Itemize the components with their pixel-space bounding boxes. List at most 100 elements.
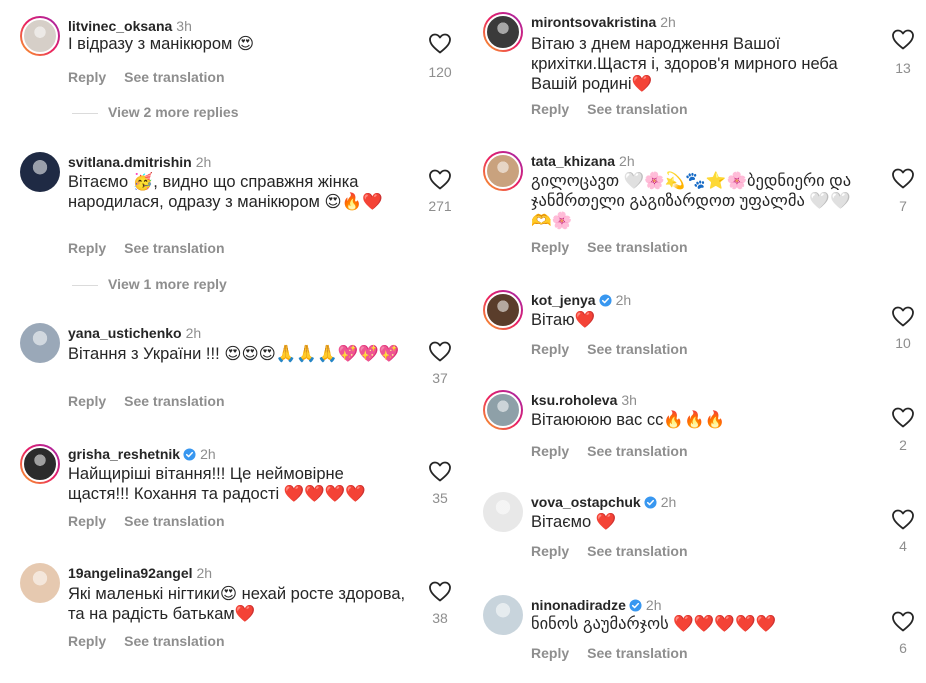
username-link[interactable]: 19angelina92angel [68, 565, 193, 581]
username-link[interactable]: litvinec_oksana [68, 18, 172, 34]
comment-timestamp: 3h [621, 392, 637, 408]
like-heart-icon[interactable] [891, 508, 915, 530]
avatar[interactable] [483, 390, 523, 430]
avatar-image [20, 152, 60, 192]
avatar-image [483, 492, 523, 532]
comment-text: Вітаю❤️ [531, 311, 596, 329]
comment-timestamp: 2h [645, 597, 662, 613]
comment-text: Вітаюююю вас сс🔥🔥🔥 [531, 411, 726, 429]
comment-header: kot_jenya 2h [531, 291, 631, 309]
reply-button[interactable]: Reply [68, 393, 106, 409]
comment-actions: Reply See translation [68, 393, 225, 409]
like-count: 13 [895, 60, 911, 76]
comment-text: Вітаємо 🥳, видно що справжня жінка народ… [68, 173, 383, 211]
avatar[interactable] [20, 444, 60, 484]
see-translation-link[interactable]: See translation [587, 341, 687, 357]
comment-header: 19angelina92angel 2h [68, 564, 212, 582]
comment-timestamp: 2h [660, 14, 676, 30]
comment-timestamp: 2h [660, 494, 677, 510]
comment-text: І відразу з манікюром 😍 [68, 35, 255, 53]
comment-timestamp: 3h [176, 18, 192, 34]
see-translation-link[interactable]: See translation [124, 633, 224, 649]
like-heart-icon[interactable] [891, 406, 915, 428]
comment-timestamp: 2h [619, 153, 635, 169]
username-link[interactable]: ninonadiradze [531, 597, 626, 613]
like-heart-icon[interactable] [428, 580, 452, 602]
avatar-image [485, 14, 521, 50]
reply-button[interactable]: Reply [68, 69, 106, 85]
username-link[interactable]: kot_jenya [531, 292, 596, 308]
comment-actions: Reply See translation [531, 341, 688, 357]
reply-button[interactable]: Reply [68, 633, 106, 649]
like-count: 271 [428, 198, 452, 214]
reply-button[interactable]: Reply [68, 513, 106, 529]
username-link[interactable]: svitlana.dmitrishin [68, 154, 192, 170]
comment-actions: Reply See translation [68, 69, 225, 85]
avatar-image [22, 446, 58, 482]
like-heart-icon[interactable] [428, 32, 452, 54]
avatar[interactable] [20, 563, 60, 603]
comment-timestamp: 2h [200, 446, 216, 462]
see-translation-link[interactable]: See translation [587, 101, 687, 117]
view-more-replies-link[interactable]: View 2 more replies [72, 104, 238, 120]
avatar-image [483, 595, 523, 635]
view-more-replies-link[interactable]: View 1 more reply [72, 276, 227, 292]
like-heart-icon[interactable] [891, 28, 915, 50]
comment-actions: Reply See translation [531, 239, 688, 255]
reply-button[interactable]: Reply [531, 443, 569, 459]
like-heart-icon[interactable] [428, 460, 452, 482]
avatar[interactable] [483, 595, 523, 635]
like-count: 4 [899, 538, 907, 554]
username-link[interactable]: grisha_reshetnik [68, 446, 180, 462]
comment-text: Вітання з України !!! 😍😍😍🙏🙏🙏💖💖💖 [68, 345, 400, 363]
comment-header: vova_ostapchuk 2h [531, 493, 676, 511]
see-translation-link[interactable]: See translation [587, 239, 687, 255]
reply-button[interactable]: Reply [531, 543, 569, 559]
like-heart-icon[interactable] [428, 340, 452, 362]
avatar[interactable] [483, 290, 523, 330]
reply-button[interactable]: Reply [531, 645, 569, 661]
avatar[interactable] [20, 152, 60, 192]
avatar[interactable] [483, 12, 523, 52]
comment-timestamp: 2h [195, 154, 212, 170]
avatar[interactable] [483, 492, 523, 532]
reply-button[interactable]: Reply [531, 341, 569, 357]
comment-actions: Reply See translation [531, 645, 688, 661]
username-link[interactable]: tata_khizana [531, 153, 615, 169]
comment-header: ksu.roholeva 3h [531, 391, 637, 409]
like-heart-icon[interactable] [891, 167, 915, 189]
comment-text: Вітаю з днем народження Вашої крихітки.Щ… [531, 35, 838, 93]
see-translation-link[interactable]: See translation [587, 443, 687, 459]
comment-header: ninonadiradze 2h [531, 596, 661, 614]
verified-badge-icon [629, 598, 642, 612]
avatar-image [485, 392, 521, 428]
comment-text: Які маленькі нігтики😍 нехай росте здоров… [68, 585, 406, 623]
avatar[interactable] [483, 151, 523, 191]
reply-button[interactable]: Reply [531, 101, 569, 117]
username-link[interactable]: vova_ostapchuk [531, 494, 641, 510]
comments-column-left: litvinec_oksana 3h І відразу з манікюром 😍… [0, 0, 463, 683]
see-translation-link[interactable]: See translation [124, 69, 224, 85]
see-translation-link[interactable]: See translation [124, 513, 224, 529]
comment-header: yana_ustichenko 2h [68, 324, 201, 342]
avatar-image [20, 323, 60, 363]
see-translation-link[interactable]: See translation [587, 645, 687, 661]
avatar[interactable] [20, 16, 60, 56]
comment-actions: Reply See translation [68, 240, 225, 256]
see-translation-link[interactable]: See translation [587, 543, 687, 559]
see-translation-link[interactable]: See translation [124, 393, 224, 409]
username-link[interactable]: ksu.roholeva [531, 392, 617, 408]
comment-text: Найщиріші вітання!!! Це неймовірне щастя… [68, 465, 366, 503]
comment-header: litvinec_oksana 3h [68, 17, 192, 35]
comment-text: ნინოს გაუმარჯოს ❤️❤️❤️❤️❤️ [531, 615, 777, 633]
see-translation-link[interactable]: See translation [124, 240, 224, 256]
like-heart-icon[interactable] [891, 305, 915, 327]
username-link[interactable]: yana_ustichenko [68, 325, 182, 341]
like-heart-icon[interactable] [891, 610, 915, 632]
username-link[interactable]: mirontsovakristina [531, 14, 656, 30]
comment-timestamp: 2h [615, 292, 632, 308]
reply-button[interactable]: Reply [68, 240, 106, 256]
avatar[interactable] [20, 323, 60, 363]
like-heart-icon[interactable] [428, 168, 452, 190]
reply-button[interactable]: Reply [531, 239, 569, 255]
